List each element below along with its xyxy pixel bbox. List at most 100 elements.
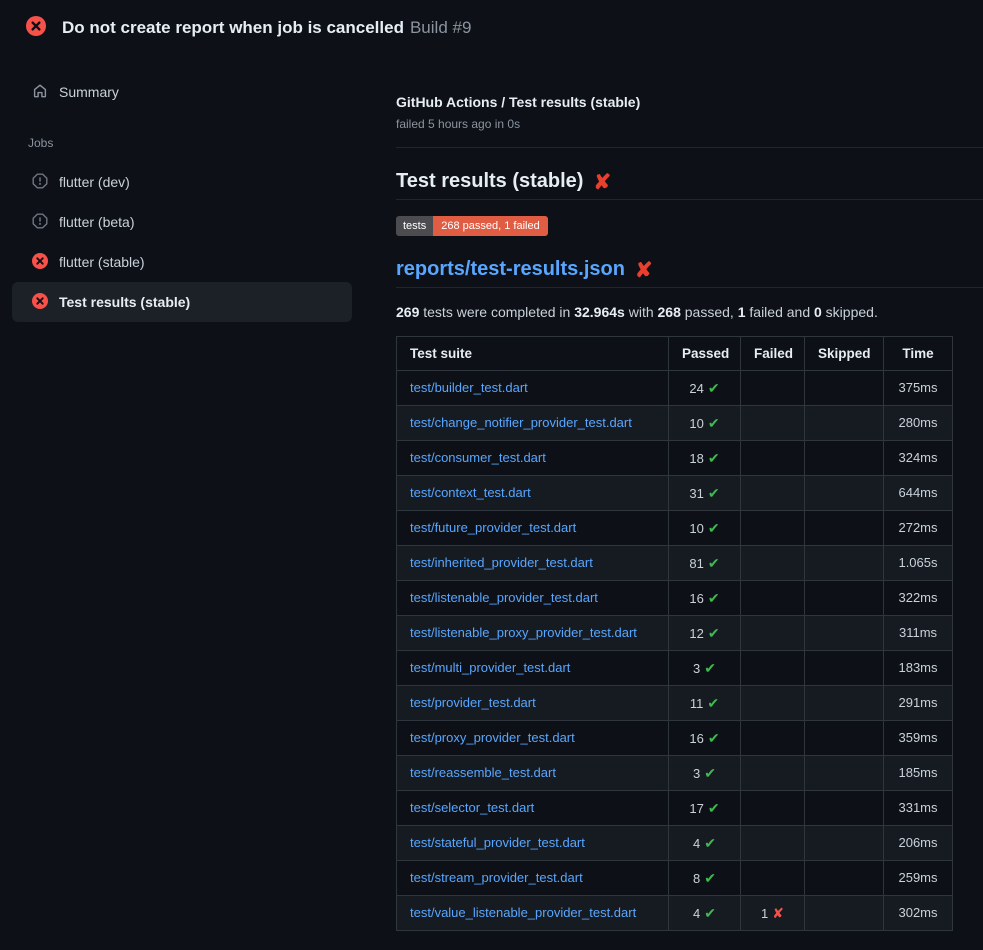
check-icon: ✔: [708, 590, 720, 606]
test-suite-link[interactable]: test/selector_test.dart: [410, 800, 534, 815]
jobs-list: flutter (dev) flutter (beta) flutter (st…: [0, 162, 380, 322]
test-suite-link[interactable]: test/context_test.dart: [410, 485, 531, 500]
section-heading: Test results (stable) ✘: [396, 170, 983, 200]
passed-count: 8: [693, 871, 700, 886]
test-suite-link[interactable]: test/value_listenable_provider_test.dart: [410, 905, 636, 920]
home-icon: [32, 83, 48, 102]
sidebar-item-label: flutter (beta): [59, 214, 134, 230]
passed-cell: 4✔: [669, 896, 741, 931]
failed-cell: [741, 476, 805, 511]
time-cell: 206ms: [884, 826, 953, 861]
failed-cell: [741, 686, 805, 721]
summary-text: skipped.: [822, 304, 878, 320]
sidebar-item-flutter-beta[interactable]: flutter (beta): [12, 202, 352, 242]
summary-text: with: [625, 304, 658, 320]
table-header-row: Test suitePassedFailedSkippedTime: [397, 337, 953, 371]
sidebar-item-summary[interactable]: Summary: [12, 72, 352, 112]
check-icon: ✔: [708, 800, 720, 816]
passed-count: 3: [693, 661, 700, 676]
column-header-test-suite: Test suite: [397, 337, 669, 371]
test-suite-link[interactable]: test/proxy_provider_test.dart: [410, 730, 575, 745]
passed-cell: 11✔: [669, 686, 741, 721]
tests-summary-text: 269 tests were completed in 32.964s with…: [396, 304, 983, 320]
run-meta: failed 5 hours ago in 0s: [396, 117, 983, 131]
test-suite-link[interactable]: test/listenable_proxy_provider_test.dart: [410, 625, 637, 640]
skipped-cell: [805, 721, 884, 756]
time-cell: 280ms: [884, 406, 953, 441]
skipped-cell: [805, 756, 884, 791]
test-suite-link[interactable]: test/consumer_test.dart: [410, 450, 546, 465]
failed-cell: [741, 756, 805, 791]
table-row: test/change_notifier_provider_test.dart1…: [397, 406, 953, 441]
summary-text: passed,: [681, 304, 738, 320]
test-suite-link[interactable]: test/listenable_provider_test.dart: [410, 590, 598, 605]
failed-cell: [741, 861, 805, 896]
table-row: test/value_listenable_provider_test.dart…: [397, 896, 953, 931]
test-suite-link[interactable]: test/provider_test.dart: [410, 695, 536, 710]
skipped-cell: [805, 371, 884, 406]
tests-badge: tests 268 passed, 1 failed: [396, 216, 548, 236]
sidebar-item-label: Summary: [59, 84, 119, 100]
passed-cell: 16✔: [669, 721, 741, 756]
test-suite-cell: test/multi_provider_test.dart: [397, 651, 669, 686]
sidebar-item-flutter-stable[interactable]: flutter (stable): [12, 242, 352, 282]
test-suite-link[interactable]: test/stateful_provider_test.dart: [410, 835, 585, 850]
failed-cell: 1✘: [741, 896, 805, 931]
sidebar-item-test-results-stable[interactable]: Test results (stable): [12, 282, 352, 322]
test-suite-cell: test/change_notifier_provider_test.dart: [397, 406, 669, 441]
summary-text: failed and: [746, 304, 815, 320]
skipped-cell: [805, 441, 884, 476]
test-suite-cell: test/stateful_provider_test.dart: [397, 826, 669, 861]
time-cell: 272ms: [884, 511, 953, 546]
test-results-table: Test suitePassedFailedSkippedTime test/b…: [396, 336, 953, 931]
passed-count: 16: [689, 731, 703, 746]
test-suite-cell: test/value_listenable_provider_test.dart: [397, 896, 669, 931]
test-suite-link[interactable]: test/future_provider_test.dart: [410, 520, 576, 535]
passed-count: 24: [689, 381, 703, 396]
passed-count: 31: [689, 486, 703, 501]
test-suite-link[interactable]: test/change_notifier_provider_test.dart: [410, 415, 632, 430]
table-row: test/consumer_test.dart18✔324ms: [397, 441, 953, 476]
test-suite-cell: test/listenable_provider_test.dart: [397, 581, 669, 616]
table-row: test/stream_provider_test.dart 8 ✔ 259ms: [397, 861, 953, 896]
main-content: GitHub Actions / Test results (stable) f…: [380, 56, 983, 931]
failed-cell: [741, 546, 805, 581]
failed-cell: [741, 441, 805, 476]
check-icon: ✔: [704, 870, 716, 886]
skipped-cell: [805, 861, 884, 896]
passed-count: 4: [693, 906, 700, 921]
column-header-failed: Failed: [741, 337, 805, 371]
failed-cell: [741, 826, 805, 861]
passed-cell: 3✔: [669, 756, 741, 791]
check-title: Do not create report when job is cancell…: [62, 18, 404, 37]
passed-cell: 81✔: [669, 546, 741, 581]
table-row: test/proxy_provider_test.dart 16✔ 359ms: [397, 721, 953, 756]
check-icon: ✔: [708, 520, 720, 536]
sidebar-item-flutter-dev[interactable]: flutter (dev): [12, 162, 352, 202]
skipped-cell: [805, 896, 884, 931]
test-suite-cell: test/future_provider_test.dart: [397, 511, 669, 546]
test-suite-link[interactable]: test/builder_test.dart: [410, 380, 528, 395]
summary-text: tests were completed in: [419, 304, 574, 320]
failed-cell: [741, 371, 805, 406]
time-cell: 359ms: [884, 721, 953, 756]
time-cell: 259ms: [884, 861, 953, 896]
report-file-link[interactable]: reports/test-results.json: [396, 258, 625, 281]
table-row: test/stateful_provider_test.dart4✔206ms: [397, 826, 953, 861]
check-icon: ✔: [708, 450, 720, 466]
failed-cell: [741, 651, 805, 686]
test-suite-link[interactable]: test/inherited_provider_test.dart: [410, 555, 593, 570]
test-suite-link[interactable]: test/multi_provider_test.dart: [410, 660, 570, 675]
stop-icon: [32, 213, 48, 232]
test-suite-cell: test/builder_test.dart: [397, 371, 669, 406]
test-suite-link[interactable]: test/stream_provider_test.dart: [410, 870, 583, 885]
test-suite-link[interactable]: test/reassemble_test.dart: [410, 765, 556, 780]
sidebar: Summary Jobs flutter (dev) flutter (beta…: [0, 56, 380, 322]
skipped-cell: [805, 406, 884, 441]
x-circle-fill-icon: [32, 253, 48, 272]
check-run-header: Do not create report when job is cancell…: [0, 0, 983, 56]
table-row: test/provider_test.dart11✔291ms: [397, 686, 953, 721]
x-circle-fill-icon: [26, 16, 46, 41]
time-cell: 324ms: [884, 441, 953, 476]
failed-cell: [741, 406, 805, 441]
